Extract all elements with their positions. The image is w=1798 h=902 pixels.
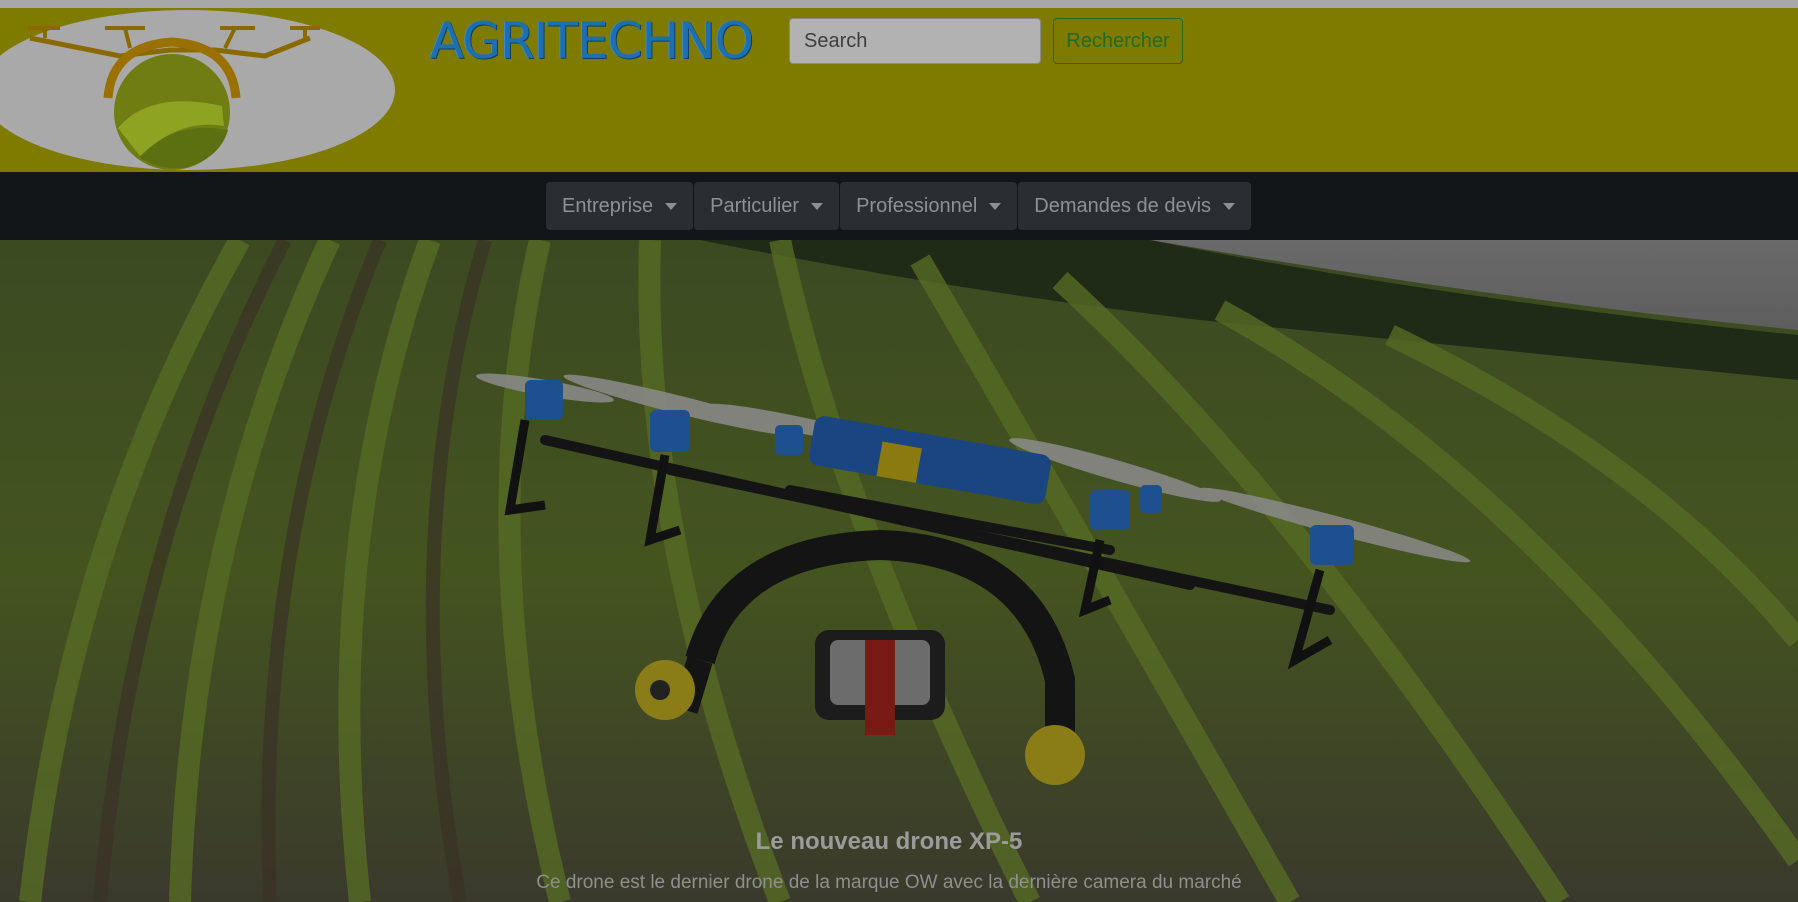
nav-dropdown-professionnel[interactable]: Professionnel <box>840 182 1018 230</box>
site-header: AGRITECHNO Rechercher <box>0 8 1798 172</box>
caret-down-icon <box>1223 202 1236 210</box>
nav-item-label: Demandes de devis <box>1034 194 1212 217</box>
nav-item-label: Entreprise <box>562 194 654 217</box>
nav-item-label: Professionnel <box>856 194 978 217</box>
nav-dropdown-particulier[interactable]: Particulier <box>694 182 840 230</box>
carousel-caption-title: Le nouveau drone XP-5 <box>755 828 1023 855</box>
brand-title[interactable]: AGRITECHNO <box>430 12 754 70</box>
nav-dropdown-entreprise[interactable]: Entreprise <box>546 182 694 230</box>
search-input[interactable] <box>789 18 1041 64</box>
hero-drone-image <box>0 240 1798 902</box>
nav-dropdown-demandes-de-devis[interactable]: Demandes de devis <box>1018 182 1252 230</box>
caret-down-icon <box>811 202 824 210</box>
drone-field-logo-icon <box>28 26 320 170</box>
caret-down-icon <box>665 202 678 210</box>
caret-down-icon <box>989 202 1002 210</box>
hero-carousel[interactable]: Le nouveau drone XP-5 Ce drone est le de… <box>0 240 1798 902</box>
nav-items: Entreprise Particulier Professionnel Dem… <box>546 182 1252 230</box>
main-navbar: Entreprise Particulier Professionnel Dem… <box>0 172 1798 240</box>
carousel-caption-text: Ce drone est le dernier drone de la marq… <box>536 872 1242 893</box>
search-button[interactable]: Rechercher <box>1053 18 1183 64</box>
nav-item-label: Particulier <box>710 194 800 217</box>
browser-top-strip <box>0 0 1798 8</box>
